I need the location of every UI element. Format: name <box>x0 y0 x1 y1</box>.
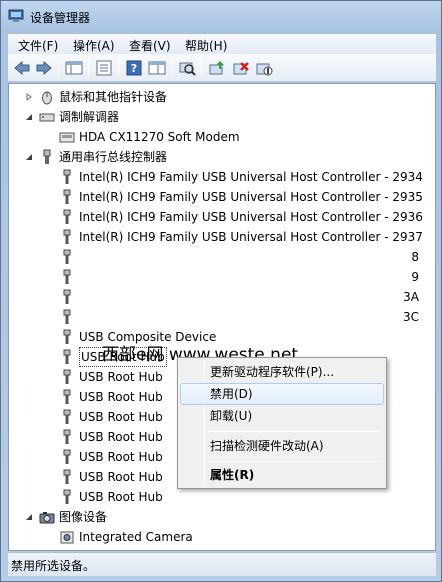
uninstall-device-icon[interactable] <box>232 60 250 76</box>
tree-row[interactable]: 图像设备 <box>9 507 419 527</box>
ctx-scan-hardware[interactable]: 扫描检测硬件改动(A) <box>180 435 384 457</box>
tree-row-label: 通用串行总线控制器 <box>59 150 168 164</box>
usb-plug-icon <box>63 229 71 244</box>
device-manager-window: 设备管理器 文件(F) 操作(A) 查看(V) 帮助(H) ? 鼠标和其他指针设… <box>0 0 442 582</box>
back-arrow-icon[interactable] <box>13 60 31 76</box>
expanded-arrow-icon[interactable] <box>25 113 33 121</box>
usb-plug-icon <box>63 409 71 424</box>
tree-row-label: 3C <box>402 310 419 324</box>
tree-row-label: 鼠标和其他指针设备 <box>59 90 168 104</box>
modem-icon <box>39 113 55 122</box>
usb-plug-icon <box>63 309 71 324</box>
usb-plug-icon <box>63 389 71 404</box>
tree-row-label: HDA CX11270 Soft Modem <box>79 130 240 144</box>
tree-row[interactable]: 8 <box>9 247 419 267</box>
show-hide-tree-icon[interactable] <box>65 60 83 76</box>
tree-row-label: 图像设备 <box>59 510 108 524</box>
camera-icon <box>60 531 74 544</box>
tree-row[interactable]: 通用串行总线控制器 <box>9 147 419 167</box>
usb-plug-icon <box>63 169 71 184</box>
toolbar: ? <box>8 54 436 82</box>
tree-row-label: Intel(R) ICH9 Family USB Universal Host … <box>79 210 423 224</box>
usb-plug-icon <box>63 369 71 384</box>
tree-row-label: USB Root Hub <box>79 470 163 484</box>
usb-plug-icon <box>63 189 71 204</box>
menu-action[interactable]: 操作(A) <box>73 37 115 54</box>
forward-arrow-icon[interactable] <box>35 60 53 76</box>
usb-plug-icon <box>63 449 71 464</box>
disable-device-icon[interactable] <box>255 60 273 76</box>
tree-row[interactable]: Intel(R) ICH9 Family USB Universal Host … <box>9 207 423 227</box>
tree-row-label: USB Root Hub <box>79 410 163 424</box>
tree-row[interactable]: Integrated Camera <box>9 527 419 547</box>
tree-row-label: 3A <box>403 290 419 304</box>
tree-row-label: 9 <box>411 270 419 284</box>
tree-row-label: USB Root Hub <box>79 490 163 504</box>
ctx-disable[interactable]: 禁用(D) <box>180 383 384 405</box>
tree-row-label: USB Root Hub <box>79 370 163 384</box>
menu-file[interactable]: 文件(F) <box>18 37 58 54</box>
camera-category-icon <box>39 512 55 524</box>
menu-help[interactable]: 帮助(H) <box>185 37 227 54</box>
mouse-icon <box>42 91 52 105</box>
usb-plug-icon <box>63 269 71 284</box>
usb-plug-icon <box>63 489 71 504</box>
tree-row[interactable]: 调制解调器 <box>9 107 419 127</box>
scan-hardware-icon[interactable] <box>178 60 196 76</box>
title-bar[interactable]: 设备管理器 <box>1 1 441 33</box>
tree-row-label: 调制解调器 <box>59 110 120 124</box>
properties-sheet-icon[interactable] <box>95 60 113 76</box>
usb-plug-icon <box>63 429 71 444</box>
ctx-uninstall[interactable]: 卸载(U) <box>180 405 384 427</box>
tree-row-label: Intel(R) ICH9 Family USB Universal Host … <box>79 190 423 204</box>
tree-row[interactable]: 3A <box>9 287 419 307</box>
usb-plug-icon <box>63 289 71 304</box>
tree-row-label: USB Root Hub <box>79 450 163 464</box>
update-driver-icon[interactable] <box>208 60 226 76</box>
usb-controller-icon <box>43 149 51 164</box>
tree-row-label: Intel(R) ICH9 Family USB Universal Host … <box>79 170 423 184</box>
device-tree[interactable]: 鼠标和其他指针设备 调制解调器 HDA CX11270 Soft Modem 通用串行… <box>8 83 436 551</box>
usb-plug-icon <box>63 349 71 364</box>
tree-row-label: Intel(R) ICH9 Family USB Universal Host … <box>79 230 423 244</box>
collapsed-arrow-icon[interactable] <box>25 93 33 101</box>
tree-row[interactable]: USB Root Hub <box>9 487 419 507</box>
status-bar: 禁用所选设备。 <box>8 552 436 576</box>
ctx-update-driver[interactable]: 更新驱动程序软件(P)... <box>180 361 384 383</box>
tree-row-label: 8 <box>411 250 419 264</box>
status-text: 禁用所选设备。 <box>11 559 96 573</box>
usb-plug-icon <box>63 249 71 264</box>
tree-row[interactable]: Intel(R) ICH9 Family USB Universal Host … <box>9 167 423 187</box>
tree-row[interactable]: 9 <box>9 267 419 287</box>
ctx-properties[interactable]: 属性(R) <box>180 464 384 486</box>
help-icon[interactable]: ? <box>125 60 143 76</box>
usb-plug-icon <box>63 209 71 224</box>
tree-row-label: Integrated Camera <box>79 530 193 544</box>
svg-text:?: ? <box>131 62 137 75</box>
tree-row[interactable]: 3C <box>9 307 419 327</box>
modem-device-icon <box>59 132 75 143</box>
expanded-arrow-icon[interactable] <box>25 513 33 521</box>
usb-plug-icon <box>63 469 71 484</box>
context-menu: 更新驱动程序软件(P)... 禁用(D) 卸载(U) 扫描检测硬件改动(A) 属… <box>177 357 387 489</box>
expanded-arrow-icon[interactable] <box>25 153 33 161</box>
window-title: 设备管理器 <box>30 11 91 25</box>
menu-bar: 文件(F) 操作(A) 查看(V) 帮助(H) <box>8 33 436 54</box>
tree-row[interactable]: HDA CX11270 Soft Modem <box>9 127 419 147</box>
tree-row[interactable]: Intel(R) ICH9 Family USB Universal Host … <box>9 227 423 247</box>
tree-row-label: USB Root Hub <box>79 430 163 444</box>
usb-plug-icon <box>63 329 71 344</box>
menu-view[interactable]: 查看(V) <box>129 37 171 54</box>
tree-row[interactable]: 鼠标和其他指针设备 <box>9 87 419 107</box>
view-pane-icon[interactable] <box>148 60 166 76</box>
tree-row[interactable]: Intel(R) ICH9 Family USB Universal Host … <box>9 187 423 207</box>
device-manager-icon <box>8 9 24 22</box>
tree-row-label: USB Root Hub <box>79 390 163 404</box>
